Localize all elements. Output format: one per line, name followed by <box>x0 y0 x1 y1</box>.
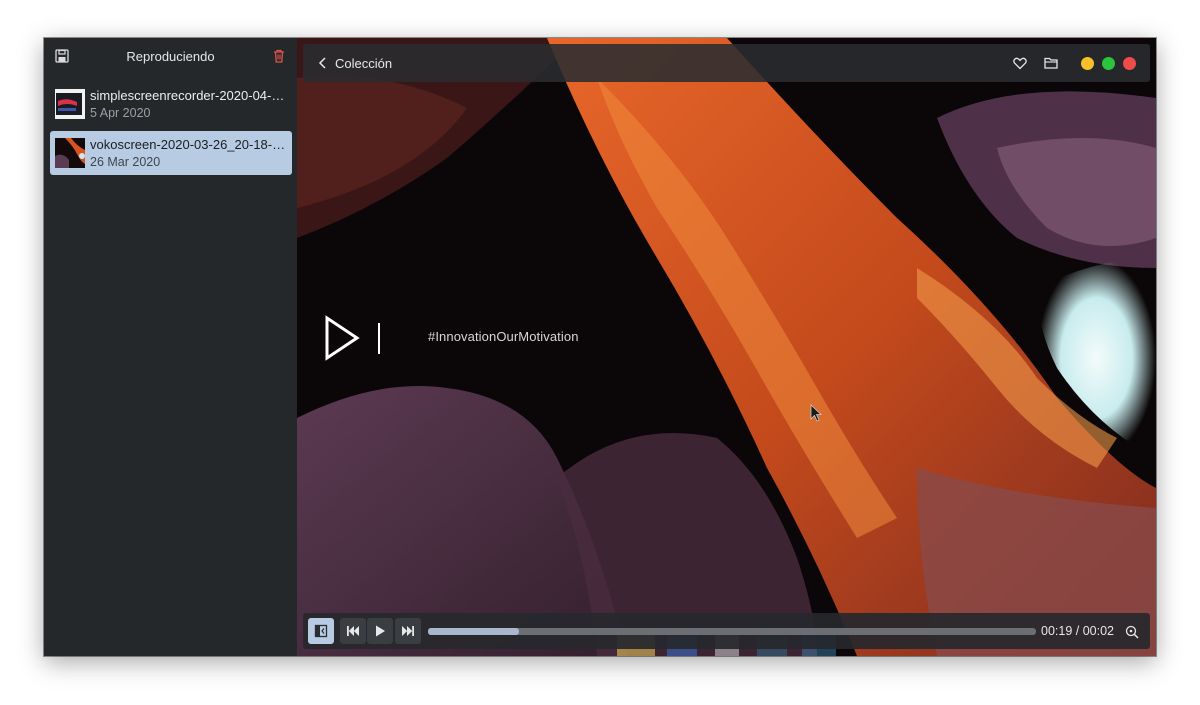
play-button[interactable] <box>367 618 393 644</box>
video-thumbnail <box>55 138 85 168</box>
sidebar-toggle-icon <box>314 624 328 638</box>
playlist-item-title: simplescreenrecorder-2020-04-05_12-00-00… <box>90 88 288 103</box>
playlist-item[interactable]: simplescreenrecorder-2020-04-05_12-00-00… <box>50 82 292 126</box>
seek-slider-fill <box>428 628 520 635</box>
playlist-title: Reproduciendo <box>126 49 215 64</box>
playlist-sidebar: Reproduciendo simplescreenrecorder-2020-… <box>44 38 297 656</box>
skip-back-icon <box>347 626 359 636</box>
toggle-playlist-button[interactable] <box>308 618 334 644</box>
playlist-item-selected[interactable]: vokoscreen-2020-03-26_20-18-23.mkv 26 Ma… <box>50 131 292 175</box>
video-player-window: Reproduciendo simplescreenrecorder-2020-… <box>44 38 1156 656</box>
trash-icon[interactable] <box>271 48 287 64</box>
back-to-collection-link[interactable]: Colección <box>335 56 392 71</box>
zoom-icon[interactable] <box>1124 624 1140 640</box>
play-icon <box>376 625 385 637</box>
playback-controls: 00:19 / 00:02 <box>303 613 1150 649</box>
close-button[interactable] <box>1123 57 1136 70</box>
seek-slider[interactable] <box>428 628 1036 635</box>
playlist-item-date: 5 Apr 2020 <box>90 106 151 120</box>
video-frame <box>297 38 1156 656</box>
previous-track-button[interactable] <box>340 618 366 644</box>
folder-icon[interactable] <box>1043 55 1059 71</box>
heart-icon[interactable] <box>1012 55 1028 71</box>
minimize-button[interactable] <box>1081 57 1094 70</box>
video-thumbnail <box>55 89 85 119</box>
mouse-cursor-icon <box>810 404 823 422</box>
playback-time: 00:19 / 00:02 <box>1041 624 1114 638</box>
video-overlay-text: #InnovationOurMotivation <box>428 329 579 344</box>
player-top-bar: Colección <box>303 44 1150 82</box>
playlist-item-title: vokoscreen-2020-03-26_20-18-23.mkv <box>90 137 288 152</box>
video-player[interactable]: #InnovationOurMotivation Colección 00:19… <box>297 38 1156 656</box>
skip-forward-icon <box>402 626 414 636</box>
back-arrow-icon[interactable] <box>315 55 331 71</box>
playlist-item-date: 26 Mar 2020 <box>90 155 161 169</box>
playlist-header: Reproduciendo <box>44 38 297 76</box>
maximize-button[interactable] <box>1102 57 1115 70</box>
next-track-button[interactable] <box>395 618 421 644</box>
